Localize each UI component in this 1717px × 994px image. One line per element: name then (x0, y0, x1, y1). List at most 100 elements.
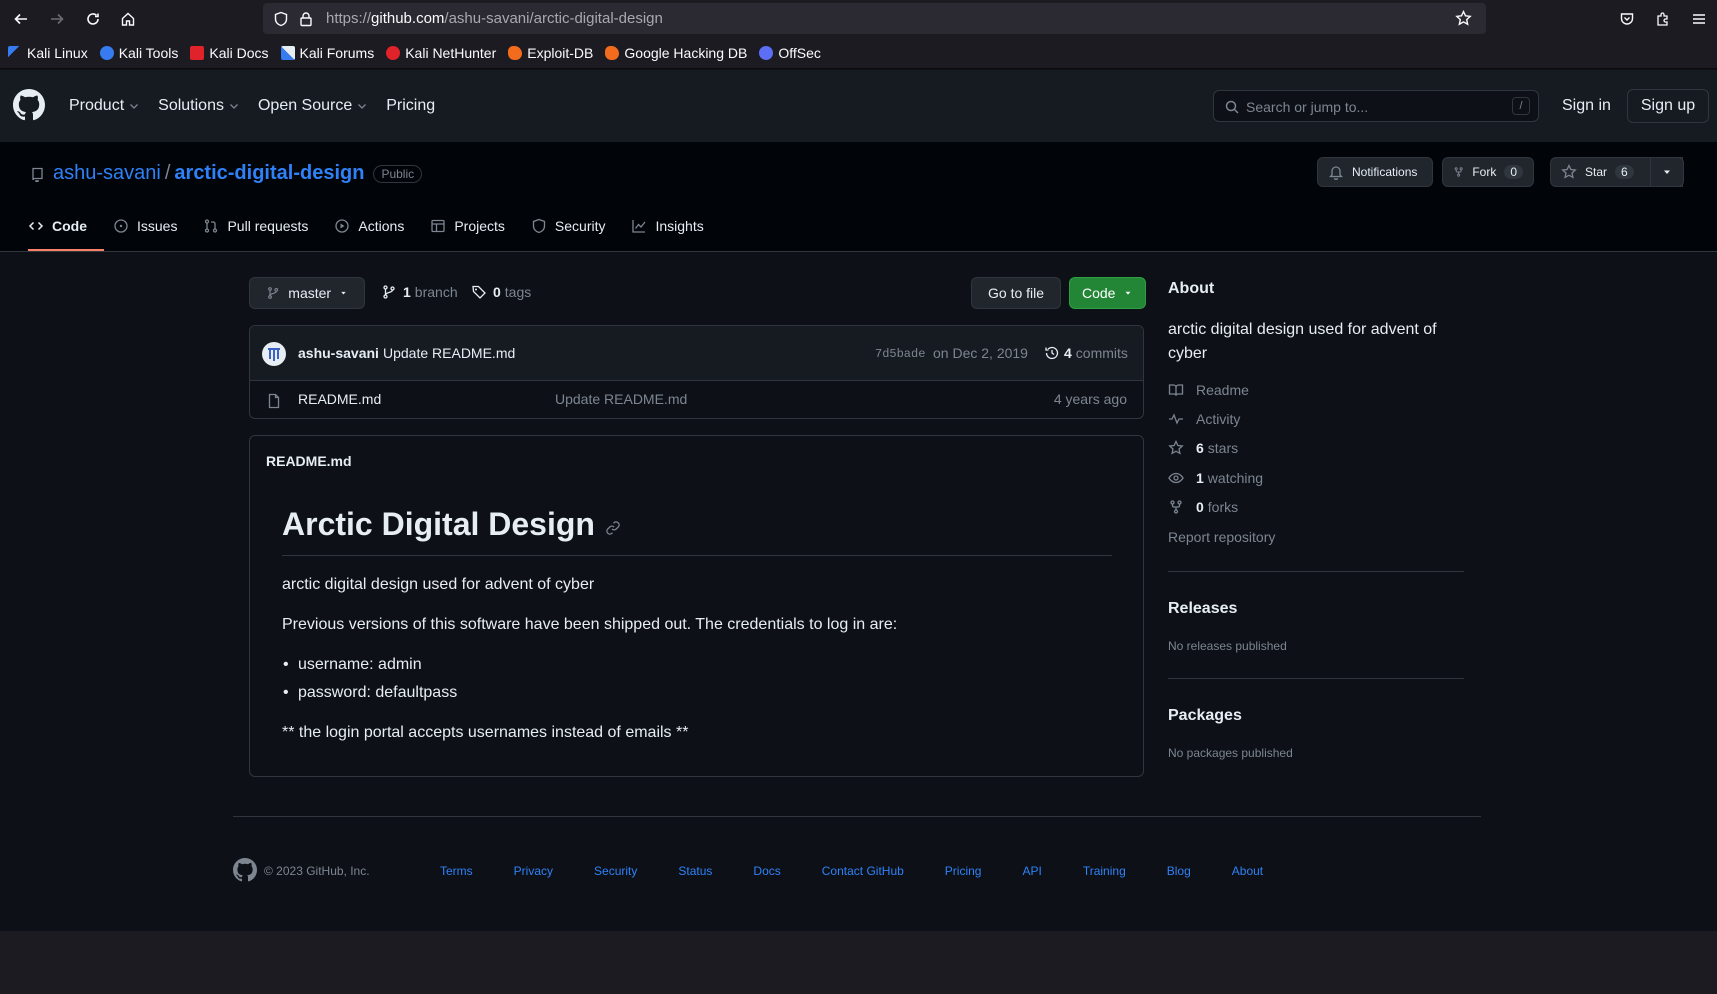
footer-link-security[interactable]: Security (594, 864, 637, 878)
bookmark-item[interactable]: Google Hacking DB (605, 45, 747, 61)
bookmark-item[interactable]: Kali Tools (99, 45, 178, 61)
footer-link-docs[interactable]: Docs (753, 864, 780, 878)
fork-button[interactable]: Fork 0 (1442, 157, 1534, 187)
repo-owner-link[interactable]: ashu-savani (53, 162, 161, 185)
file-browser: ashu-savani Update README.md 7d5bade on … (249, 325, 1144, 419)
bookmark-item[interactable]: Kali Linux (8, 45, 88, 61)
commit-author-link[interactable]: ashu-savani (298, 345, 379, 361)
footer-link-blog[interactable]: Blog (1167, 864, 1191, 878)
sign-up-button[interactable]: Sign up (1627, 89, 1709, 123)
footer-link-contact[interactable]: Contact GitHub (822, 864, 904, 878)
tab-security[interactable]: Security (531, 212, 606, 240)
extensions-button[interactable] (1645, 0, 1681, 37)
repo-name-link[interactable]: arctic-digital-design (174, 162, 364, 185)
branch-select-button[interactable]: master (249, 277, 365, 309)
bookmark-label: Kali Docs (209, 44, 269, 61)
tab-insights[interactable]: Insights (631, 212, 704, 240)
report-repository-link[interactable]: Report repository (1168, 529, 1275, 545)
bookmark-star-icon[interactable] (1455, 10, 1472, 27)
footer-link-status[interactable]: Status (678, 864, 712, 878)
code-dropdown-button[interactable]: Code (1069, 277, 1147, 309)
nav-open-source[interactable]: Open Source (258, 97, 368, 115)
reload-button[interactable] (75, 0, 111, 37)
bookmark-item[interactable]: OffSec (759, 45, 821, 61)
tab-actions[interactable]: Actions (334, 212, 404, 240)
sign-in-link[interactable]: Sign in (1562, 97, 1611, 115)
nav-pricing[interactable]: Pricing (386, 97, 435, 115)
footer-link-training[interactable]: Training (1083, 864, 1126, 878)
footer-link-privacy[interactable]: Privacy (514, 864, 553, 878)
pocket-button[interactable] (1609, 0, 1645, 37)
back-button[interactable] (3, 0, 39, 37)
url-bar[interactable]: https://github.com/ashu-savani/arctic-di… (263, 3, 1486, 34)
home-icon (121, 12, 135, 26)
kali-tools-icon (99, 45, 114, 60)
forward-button[interactable] (39, 0, 75, 37)
nav-product[interactable]: Product (69, 97, 140, 115)
code-icon (28, 221, 44, 231)
readme-link[interactable]: Readme (1168, 382, 1249, 398)
avatar[interactable] (262, 342, 286, 366)
kali-forums-icon (280, 45, 295, 60)
tracking-shield-icon[interactable] (273, 11, 289, 27)
bookmark-item[interactable]: Kali Docs (190, 44, 269, 61)
nav-solutions[interactable]: Solutions (158, 97, 240, 115)
file-commit-message-link[interactable]: Update README.md (555, 391, 687, 407)
tab-code[interactable]: Code (28, 212, 87, 240)
menu-button[interactable] (1681, 0, 1717, 37)
fork-counter: 0 (1504, 165, 1523, 179)
packages-heading[interactable]: Packages (1168, 707, 1242, 725)
tags-link[interactable]: 0 tags (471, 284, 531, 300)
watchers-link[interactable]: 1 watching (1168, 470, 1263, 486)
commit-sha-link[interactable]: 7d5bade (875, 347, 925, 361)
stars-link[interactable]: 6 stars (1168, 440, 1238, 456)
github-logo-icon[interactable] (13, 89, 45, 121)
footer-link-terms[interactable]: Terms (440, 864, 473, 878)
link-icon[interactable] (605, 520, 621, 536)
chevron-down-icon (358, 104, 367, 109)
activity-link-label: Activity (1196, 411, 1241, 427)
activity-link[interactable]: Activity (1168, 411, 1240, 427)
forks-link[interactable]: 0 forks (1168, 499, 1238, 515)
bookmark-label: Kali Forums (299, 44, 375, 61)
footer-link-api[interactable]: API (1022, 864, 1041, 878)
footer-link-pricing[interactable]: Pricing (945, 864, 982, 878)
lock-icon[interactable] (299, 11, 313, 27)
tab-label: Security (554, 218, 606, 234)
github-mark-icon[interactable] (233, 858, 257, 882)
file-name-link[interactable]: README.md (298, 391, 381, 407)
go-to-file-button[interactable]: Go to file (971, 277, 1062, 309)
branches-link[interactable]: 1 branch (381, 284, 458, 300)
bookmark-item[interactable]: Kali Forums (280, 44, 375, 61)
bookmark-item[interactable]: Exploit-DB (508, 45, 593, 61)
primary-nav: Product Solutions Open Source Pricing (69, 97, 453, 115)
list-item: password: defaultpass (283, 684, 457, 702)
notifications-button[interactable]: Notifications (1317, 157, 1433, 187)
footer-divider (233, 816, 1481, 817)
star-label: Star (1585, 165, 1608, 179)
hamburger-icon (1693, 13, 1705, 24)
home-button[interactable] (110, 0, 146, 37)
commits-history-link[interactable]: 4 commits (1044, 345, 1128, 361)
arrow-left-icon (14, 13, 27, 24)
footer-link-about[interactable]: About (1232, 864, 1263, 878)
tab-label: Insights (655, 218, 704, 234)
tab-projects[interactable]: Projects (430, 212, 505, 240)
forks-count: 0 (1196, 499, 1204, 515)
star-list-dropdown[interactable] (1650, 157, 1684, 187)
bookmark-item[interactable]: Kali NetHunter (386, 45, 496, 61)
sidebar-divider (1168, 678, 1464, 679)
search-input[interactable]: Search or jump to... / (1213, 90, 1539, 122)
readme-panel: README.md Arctic Digital Design arctic d… (249, 435, 1144, 777)
kali-dragon-icon (8, 45, 22, 60)
readme-filename[interactable]: README.md (266, 453, 352, 469)
bookmark-label: Exploit-DB (527, 44, 594, 61)
tag-label: tags (504, 284, 532, 300)
branch-label: branch (414, 284, 458, 300)
tab-issues[interactable]: Issues (113, 212, 177, 240)
releases-heading[interactable]: Releases (1168, 600, 1237, 618)
tab-pull-requests[interactable]: Pull requests (203, 212, 308, 240)
url-text: https://github.com/ashu-savani/arctic-di… (326, 10, 663, 27)
commit-message-link[interactable]: Update README.md (383, 345, 515, 361)
visibility-badge: Public (373, 164, 423, 183)
